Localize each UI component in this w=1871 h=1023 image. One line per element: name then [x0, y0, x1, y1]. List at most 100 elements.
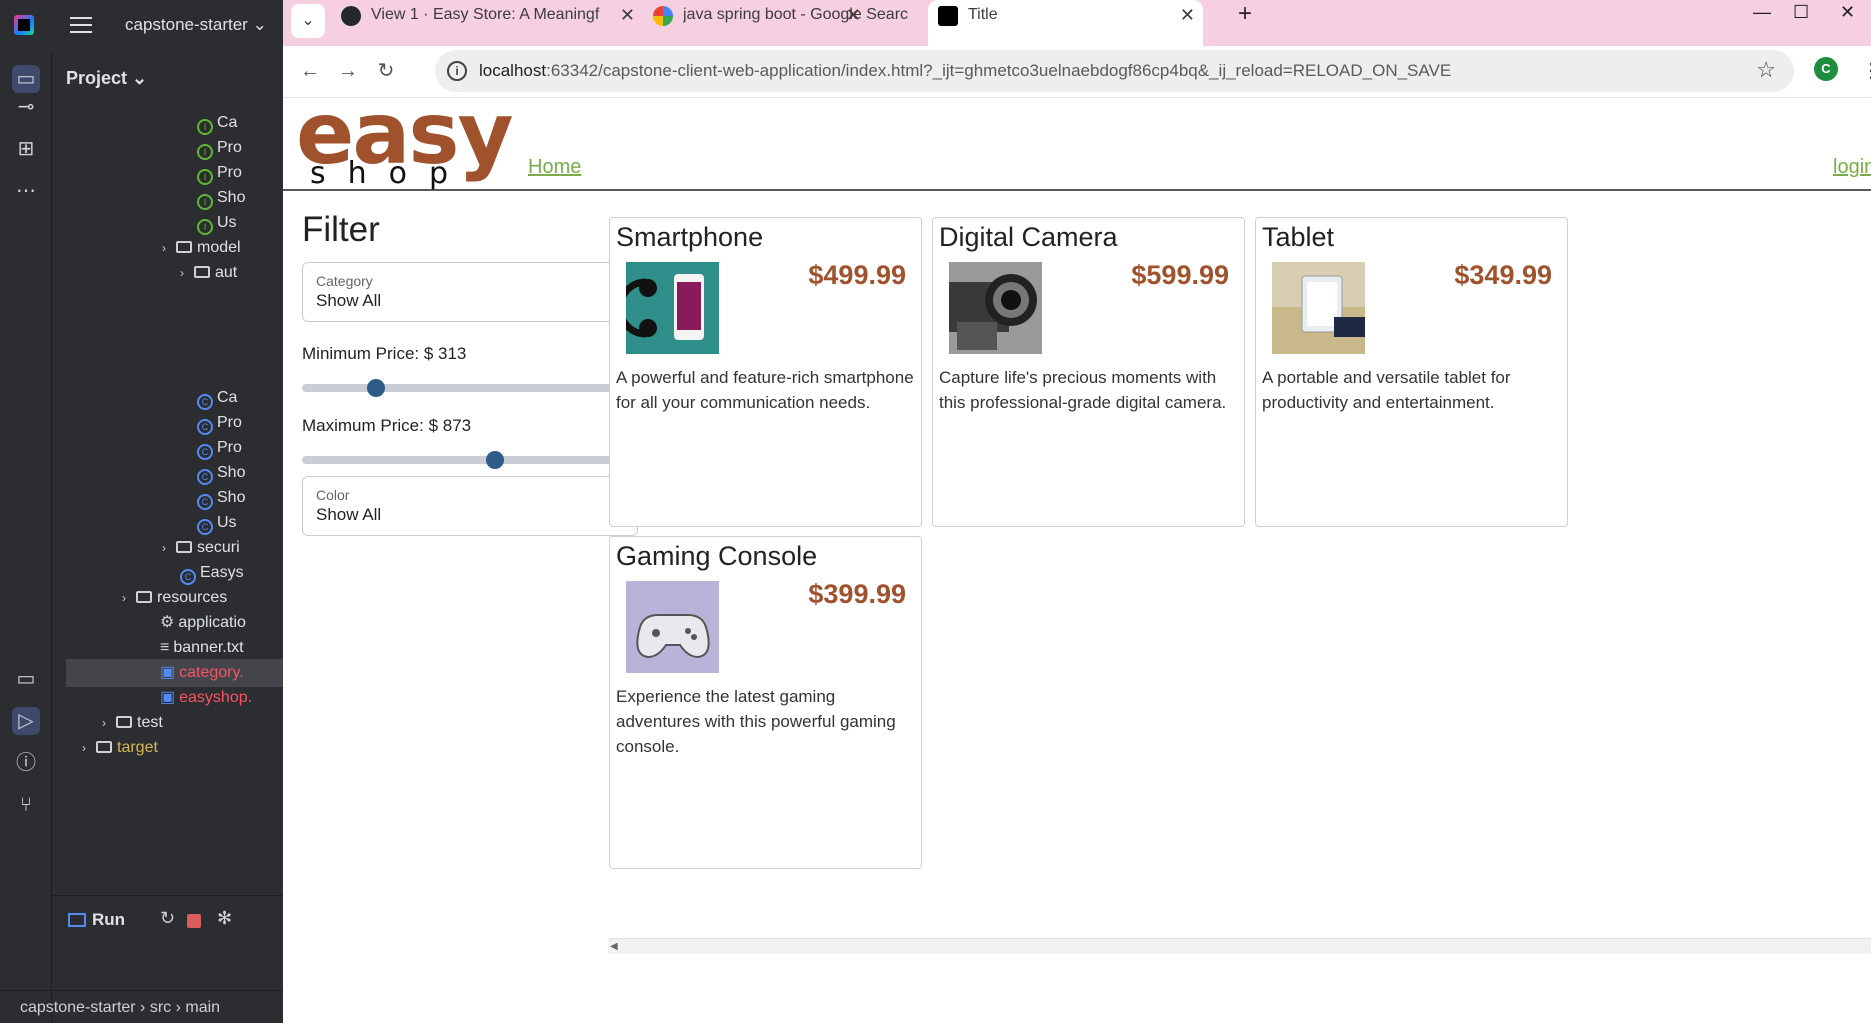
tree-item-label: test [137, 714, 163, 731]
class-icon: C [197, 494, 213, 510]
url-text[interactable]: localhost:63342/capstone-client-web-appl… [479, 61, 1451, 81]
close-tab-icon[interactable]: ✕ [1180, 0, 1195, 30]
tree-item[interactable]: C Sho [197, 484, 245, 512]
run-tab-label[interactable]: Run [92, 910, 125, 930]
tree-item[interactable]: C Easys [180, 559, 244, 587]
git-branch-icon[interactable]: ⑂ [12, 791, 40, 819]
structure-icon[interactable]: ⊞ [12, 135, 40, 163]
filter-panel: Filter Category Show All ⌄ Minimum Price… [302, 210, 638, 536]
tree-item[interactable]: I Pro [197, 134, 242, 162]
chevron-icon[interactable]: › [82, 734, 96, 762]
back-icon[interactable]: ← [297, 58, 323, 84]
tab-label: Title [968, 6, 998, 23]
product-card-gaming-console[interactable]: Gaming Console $399.99 Experience the la… [609, 536, 922, 869]
debug-icon[interactable]: ✻ [217, 908, 232, 929]
smartphone-image[interactable] [626, 262, 719, 354]
tab-easy-store[interactable]: View 1 · Easy Store: A Meaningf ✕ [331, 0, 643, 46]
scroll-left-icon[interactable]: ◀ [610, 939, 618, 955]
tab-search-icon[interactable]: ⌄ [291, 4, 325, 38]
site-info-icon[interactable]: i [447, 61, 467, 81]
max-price-label: Maximum Price: $ 873 [302, 416, 472, 435]
close-tab-icon[interactable]: ✕ [846, 0, 861, 30]
gamepad-image[interactable] [626, 581, 719, 673]
tree-item[interactable]: ▣ easyshop. [160, 684, 252, 712]
stop-icon[interactable] [187, 914, 201, 928]
tree-item[interactable]: › test [102, 709, 163, 737]
tree-item-label: banner.txt [173, 639, 244, 656]
address-bar[interactable]: i localhost:63342/capstone-client-web-ap… [435, 50, 1794, 92]
tree-item[interactable]: C Ca [197, 384, 237, 412]
max-price-thumb[interactable] [486, 451, 504, 469]
tree-item[interactable]: I Sho [197, 184, 245, 212]
reload-icon[interactable]: ↻ [373, 58, 399, 84]
tree-item[interactable]: C Pro [197, 409, 242, 437]
login-link[interactable]: login [1833, 156, 1871, 179]
product-card-smartphone[interactable]: Smartphone $499.99 A powerful and featur… [609, 217, 922, 527]
project-switcher[interactable]: capstone-starter ⌄ [125, 15, 267, 35]
project-folder-icon[interactable]: ▭ [12, 65, 40, 93]
forward-icon[interactable]: → [335, 58, 361, 84]
ide-breadcrumb[interactable]: capstone-starter › src › main [0, 990, 283, 1023]
chevron-icon[interactable]: › [180, 259, 194, 287]
tree-item[interactable]: C Us [197, 509, 237, 537]
chevron-icon[interactable]: › [102, 709, 116, 737]
project-tree[interactable]: I Ca I Pro I Pro I Sho I Us › model › aut C Ca C Pro C Pro C… [52, 95, 283, 895]
product-price: $599.99 [1131, 260, 1229, 290]
category-select[interactable]: Category Show All ⌄ [302, 262, 638, 322]
tree-item[interactable]: ▣ category. [66, 659, 283, 687]
tree-item-label: Sho [217, 489, 246, 506]
terminal-icon[interactable]: ▭ [12, 665, 40, 693]
project-panel-title[interactable]: Project ⌄ [66, 68, 147, 89]
tree-item[interactable]: › aut [180, 259, 237, 287]
more-tools-icon[interactable]: ⋯ [12, 177, 40, 205]
close-window-icon[interactable]: ✕ [1840, 2, 1855, 23]
rerun-icon[interactable]: ↻ [160, 908, 175, 929]
product-card-digital-camera[interactable]: Digital Camera $599.99 Capture life's pr… [932, 217, 1245, 527]
minimize-icon[interactable]: — [1753, 2, 1771, 23]
logo-shop-text[interactable]: shop [310, 154, 470, 194]
tree-item[interactable]: › model [162, 234, 241, 262]
tree-item[interactable]: I Pro [197, 159, 242, 187]
ide-window: capstone-starter ⌄ ▭ ⊸ ⊞ ⋯ ▭ ▷ ⓘ ⑂ Proje… [0, 0, 283, 1023]
maximize-icon[interactable]: ☐ [1793, 2, 1809, 23]
tree-item[interactable]: › resources [122, 584, 227, 612]
horizontal-scrollbar[interactable]: ◀ [608, 938, 1871, 954]
tablet-image[interactable] [1272, 262, 1365, 354]
class-icon: C [180, 569, 196, 585]
min-price-slider[interactable] [302, 379, 638, 397]
product-card-tablet[interactable]: Tablet $349.99 A portable and versatile … [1255, 217, 1568, 527]
tab-label: View 1 · Easy Store: A Meaningf [371, 6, 600, 23]
tab-title[interactable]: Title ✕ [928, 0, 1203, 46]
product-name: Tablet [1262, 222, 1335, 252]
chevron-icon[interactable]: › [122, 584, 136, 612]
tree-item[interactable]: ≡ banner.txt [160, 634, 244, 662]
run-icon[interactable]: ▷ [12, 707, 40, 735]
max-price-slider[interactable] [302, 451, 638, 469]
min-price-thumb[interactable] [367, 379, 385, 397]
tree-item[interactable]: › target [82, 734, 158, 762]
tree-item[interactable]: C Sho [197, 459, 245, 487]
bookmark-star-icon[interactable]: ☆ [1756, 57, 1776, 83]
folder-icon [194, 266, 210, 278]
filter-title: Filter [302, 210, 380, 249]
camera-image[interactable] [949, 262, 1042, 354]
chevron-icon[interactable]: › [162, 534, 176, 562]
product-description: Experience the latest gaming adventures … [616, 687, 896, 756]
home-link[interactable]: Home [528, 156, 581, 179]
chevron-icon[interactable]: › [162, 234, 176, 262]
new-tab-icon[interactable]: + [1238, 0, 1252, 28]
tree-item[interactable]: I Ca [197, 109, 237, 137]
tree-item-label: Easys [200, 564, 244, 581]
problems-icon[interactable]: ⓘ [12, 749, 40, 777]
tree-item[interactable]: ⚙ applicatio [160, 609, 246, 637]
color-select[interactable]: Color Show All ⌄ [302, 476, 638, 536]
tree-item[interactable]: C Pro [197, 434, 242, 462]
tree-item[interactable]: I Us [197, 209, 237, 237]
interface-icon: I [197, 144, 213, 160]
tree-item[interactable]: › securi [162, 534, 240, 562]
browser-menu-icon[interactable]: ⋮ [1861, 58, 1871, 83]
close-tab-icon[interactable]: ✕ [620, 0, 635, 30]
profile-avatar[interactable]: C [1814, 57, 1838, 81]
main-menu-icon[interactable] [70, 17, 92, 33]
commit-icon[interactable]: ⊸ [12, 93, 40, 121]
